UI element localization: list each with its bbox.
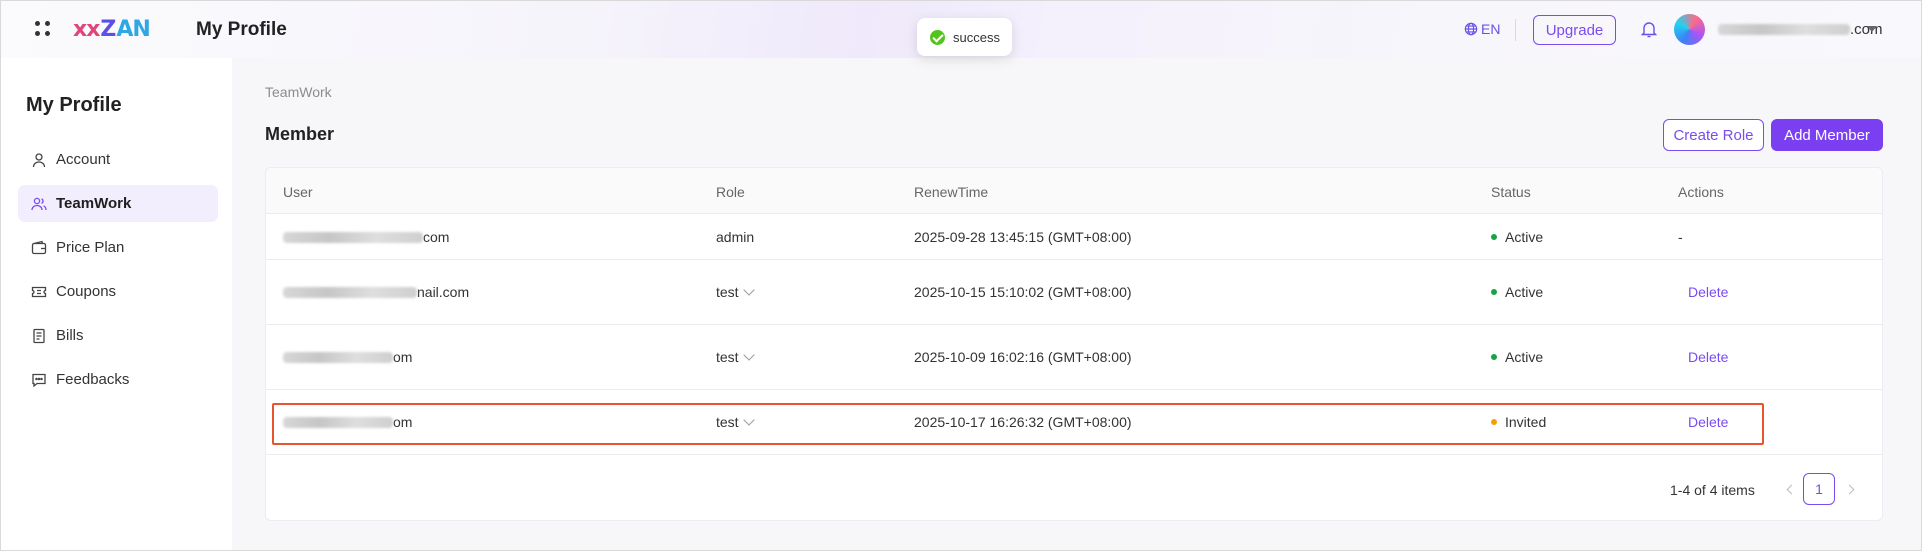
table-row: om test 2025-10-17 16:26:32 (GMT+08:00) …: [266, 390, 1882, 455]
chat-icon: [32, 373, 46, 387]
redacted-email: [283, 351, 393, 363]
renewtime-cell: 2025-10-15 15:10:02 (GMT+08:00): [914, 284, 1132, 300]
table-row: om test 2025-10-09 16:02:16 (GMT+08:00) …: [266, 325, 1882, 390]
status-dot: [1491, 234, 1497, 240]
user-icon: [32, 152, 46, 167]
redacted-email: [1718, 24, 1850, 35]
redacted-email: [283, 416, 393, 428]
bell-icon[interactable]: [1641, 20, 1657, 38]
language-label: EN: [1481, 21, 1501, 37]
role-cell[interactable]: test: [716, 413, 755, 430]
team-icon: [31, 197, 47, 210]
breadcrumb[interactable]: TeamWork: [265, 84, 332, 100]
ticket-icon: [31, 286, 47, 297]
sidebar-item-feedbacks[interactable]: Feedbacks: [18, 361, 218, 398]
avatar[interactable]: [1674, 14, 1705, 45]
delete-button[interactable]: Delete: [1688, 284, 1728, 300]
status-cell: Active: [1491, 229, 1543, 245]
pagination-total: 1-4 of 4 items: [1670, 482, 1755, 498]
column-header-actions: Actions: [1678, 184, 1724, 200]
user-email[interactable]: .com: [1718, 21, 1883, 38]
page-title: My Profile: [196, 19, 287, 40]
sidebar: My Profile Account TeamWork Price Plan C…: [0, 58, 232, 551]
table-row: com admin 2025-09-28 13:45:15 (GMT+08:00…: [266, 214, 1882, 260]
role-cell[interactable]: test: [716, 283, 755, 300]
section-title: Member: [265, 124, 335, 144]
status-cell: Active: [1491, 349, 1543, 365]
create-role-button[interactable]: Create Role: [1663, 119, 1764, 151]
action-cell: -: [1678, 229, 1683, 245]
renewtime-cell: 2025-10-09 16:02:16 (GMT+08:00): [914, 349, 1132, 365]
pagination-page-1[interactable]: 1: [1803, 473, 1835, 505]
status-dot: [1491, 354, 1497, 360]
upgrade-button[interactable]: Upgrade: [1533, 15, 1616, 45]
user-cell: om: [283, 414, 412, 430]
user-cell: nail.com: [283, 284, 469, 300]
chevron-down-icon[interactable]: [1867, 26, 1877, 32]
document-icon: [33, 328, 45, 343]
renewtime-cell: 2025-09-28 13:45:15 (GMT+08:00): [914, 229, 1132, 245]
header-divider: [1515, 19, 1516, 41]
column-header-status: Status: [1491, 184, 1531, 200]
status-cell: Active: [1491, 284, 1543, 300]
status-dot: [1491, 289, 1497, 295]
role-cell[interactable]: test: [716, 348, 755, 365]
renewtime-cell: 2025-10-17 16:26:32 (GMT+08:00): [914, 414, 1132, 430]
user-cell: com: [283, 229, 449, 245]
wallet-icon: [31, 240, 47, 254]
role-cell: admin: [716, 229, 755, 245]
globe-icon: [1464, 22, 1478, 36]
column-header-renewtime: RenewTime: [914, 184, 989, 200]
toast-message: success: [953, 29, 1000, 45]
add-member-button[interactable]: Add Member: [1771, 119, 1883, 151]
success-toast: success: [917, 18, 1012, 56]
delete-button[interactable]: Delete: [1688, 349, 1728, 365]
user-cell: om: [283, 349, 412, 365]
delete-button[interactable]: Delete: [1688, 414, 1728, 430]
apps-grid-icon[interactable]: [35, 21, 51, 37]
sidebar-item-price-plan[interactable]: Price Plan: [18, 229, 218, 266]
member-table: User Role RenewTime Status Actions com a…: [265, 167, 1883, 521]
sidebar-item-account[interactable]: Account: [18, 141, 218, 178]
sidebar-item-bills[interactable]: Bills: [18, 317, 218, 354]
language-switcher[interactable]: EN: [1464, 21, 1500, 37]
sidebar-item-teamwork[interactable]: TeamWork: [18, 185, 218, 222]
main-content: TeamWork Member Create Role Add Member U…: [232, 58, 1922, 551]
sidebar-item-coupons[interactable]: Coupons: [18, 273, 218, 310]
column-header-user: User: [283, 184, 313, 200]
status-cell: Invited: [1491, 414, 1546, 430]
check-circle-icon: [930, 29, 945, 45]
redacted-email: [283, 286, 417, 298]
chevron-down-icon[interactable]: [742, 413, 755, 426]
redacted-email: [283, 231, 423, 243]
chevron-down-icon[interactable]: [742, 348, 755, 361]
brand-logo[interactable]: xx Z AN: [73, 15, 151, 43]
status-dot: [1491, 419, 1497, 425]
table-row: nail.com test 2025-10-15 15:10:02 (GMT+0…: [266, 260, 1882, 325]
table-header: User Role RenewTime Status Actions: [266, 168, 1882, 214]
column-header-role: Role: [716, 184, 745, 200]
sidebar-title: My Profile: [26, 94, 122, 116]
chevron-down-icon[interactable]: [742, 283, 755, 296]
